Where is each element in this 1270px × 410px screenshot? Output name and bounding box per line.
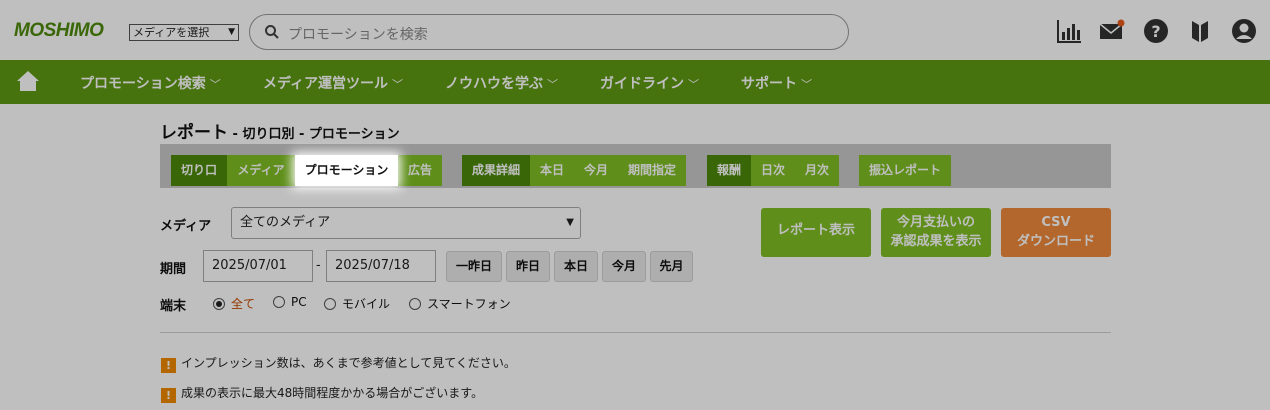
chevron-down-icon: ▼ [566,217,574,228]
radio-icon [409,298,421,310]
device-radio-mobile[interactable]: モバイル [324,295,390,312]
page-title-main: レポート [160,123,228,143]
tab-ad[interactable]: 広告 [398,155,442,186]
tab-this-month[interactable]: 今月 [574,155,618,186]
date-separator: - [316,258,321,273]
nav-item-media-tools[interactable]: メディア運営ツール ﹀ [263,73,403,93]
search-input[interactable]: プロモーションを検索 [249,14,849,50]
warning-icon: ! [161,388,176,403]
device-radio-label: スマートフォン [427,297,511,311]
device-radio-smartphone[interactable]: スマートフォン [409,295,511,312]
last-month-button[interactable]: 先月 [650,251,693,282]
tab-period[interactable]: 期間指定 [618,155,686,186]
device-radio-label: PC [291,295,307,309]
yesterday-button[interactable]: 昨日 [506,251,550,282]
date-to-field[interactable]: 2025/07/18 [326,250,436,282]
chevron-down-icon: ﹀ [392,78,404,91]
nav-item-support[interactable]: サポート ﹀ [741,73,812,93]
nav-item-guideline[interactable]: ガイドライン ﹀ [600,73,699,93]
this-month-button[interactable]: 今月 [602,251,646,282]
beginner-mark-icon[interactable] [1187,18,1213,44]
media-dropdown-value: 全てのメディア [240,215,331,230]
device-radio-label: モバイル [342,297,391,311]
device-label: 端末 [160,299,187,314]
search-placeholder: プロモーションを検索 [288,27,428,43]
search-icon [265,25,279,39]
page-title-sub: - 切り口別 - プロモーション [228,127,400,142]
home-icon[interactable] [16,70,40,92]
nav-label: サポート [741,76,797,92]
warning-icon: ! [161,358,176,373]
device-radio-pc[interactable]: PC [273,295,307,309]
today-button[interactable]: 本日 [554,251,598,282]
tab-result-detail[interactable]: 成果詳細 [462,155,530,186]
day-before-yesterday-button[interactable]: 一昨日 [446,251,502,282]
csv-label-line2: ダウンロード [1016,234,1095,249]
tab-daily[interactable]: 日次 [751,155,795,186]
csv-label-line1: CSV [1041,215,1071,230]
notice-text: インプレッション数は、あくまで参考値として見てください。 [181,356,516,370]
chevron-down-icon: ﹀ [547,78,558,91]
notice-text: 成果の表示に最大48時間程度かかる場合がございます。 [181,386,484,400]
period-label: 期間 [160,262,187,277]
nav-label: ガイドライン [600,76,684,92]
moshimo-logo[interactable]: MOSHIMO [14,20,104,42]
notice-impression: ! インプレッション数は、あくまで参考値として見てください。 [161,354,516,373]
tab-promotion[interactable]: プロモーション [295,155,398,186]
mail-icon[interactable] [1099,18,1125,44]
svg-text:?: ? [1151,22,1160,41]
nav-label: プロモーション検索 [80,76,206,92]
tab-today[interactable]: 本日 [530,155,574,186]
device-radio-all[interactable]: 全て [213,295,255,312]
nav-item-knowhow[interactable]: ノウハウを学ぶ ﹀ [445,73,558,93]
show-approved-results-button[interactable]: 今月支払いの 承認成果を表示 [881,208,991,257]
media-select-dropdown[interactable]: メディアを選択 ▼ [129,24,239,41]
nav-item-promotion-search[interactable]: プロモーション検索 ﹀ [80,73,221,93]
chevron-down-icon: ﹀ [209,78,221,91]
tab-media[interactable]: メディア [227,155,295,186]
divider [160,332,1111,333]
media-select-label: メディアを選択 [133,26,210,39]
csv-download-button[interactable]: CSV ダウンロード [1001,208,1111,257]
chevron-down-icon: ﹀ [688,78,699,91]
tab-monthly[interactable]: 月次 [795,155,839,186]
media-label: メディア [160,219,212,234]
tab-kiriguchi[interactable]: 切り口 [171,155,227,186]
radio-icon [324,298,336,310]
help-icon[interactable]: ? [1143,18,1169,44]
chevron-down-icon: ﹀ [801,78,812,91]
report-tab-bar: 切り口 メディア プロモーション 広告 成果詳細 本日 今月 期間指定 報酬 日… [160,144,1111,188]
radio-selected-icon [213,298,225,310]
page-title: レポート - 切り口別 - プロモーション [160,118,400,143]
radio-icon [273,296,285,308]
device-radio-label: 全て [231,297,256,311]
approve-label-line2: 承認成果を表示 [890,234,982,249]
date-from-field[interactable]: 2025/07/01 [203,250,313,282]
show-report-button[interactable]: レポート表示 [761,208,871,257]
nav-label: ノウハウを学ぶ [445,76,543,92]
notice-delay: ! 成果の表示に最大48時間程度かかる場合がございます。 [161,384,483,403]
header: MOSHIMO メディアを選択 ▼ プロモーションを検索 ? [0,0,1270,60]
account-icon[interactable] [1231,18,1257,44]
tab-reward[interactable]: 報酬 [707,155,751,186]
show-report-label: レポート表示 [776,223,855,238]
nav-label: メディア運営ツール [263,76,389,92]
approve-label-line1: 今月支払いの [896,215,975,230]
chevron-down-icon: ▼ [228,27,235,37]
tab-transfer-report[interactable]: 振込レポート [859,155,951,186]
media-dropdown[interactable]: 全てのメディア ▼ [231,207,581,239]
main-nav: プロモーション検索 ﹀ メディア運営ツール ﹀ ノウハウを学ぶ ﹀ ガイドライン ﹀ サ… [0,60,1270,104]
report-chart-icon[interactable] [1056,18,1082,44]
